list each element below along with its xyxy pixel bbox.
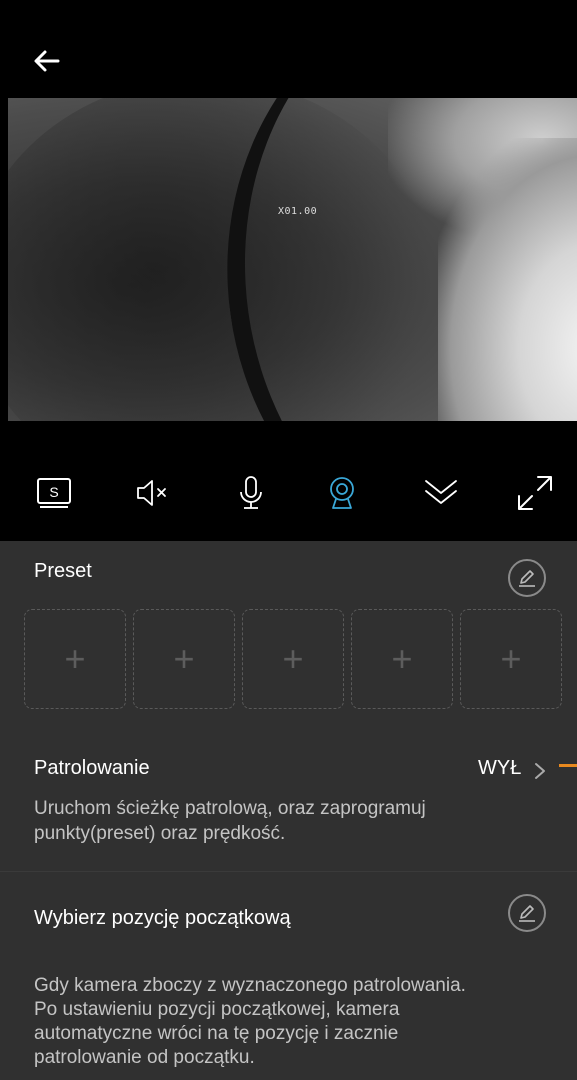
zoom-osd-label: X01.00 <box>278 206 318 217</box>
ptz-camera-icon <box>330 477 354 509</box>
patrol-description-line: Uruchom ścieżkę patrolową, oraz zaprogra… <box>34 798 426 819</box>
divider <box>0 871 577 872</box>
mute-button[interactable] <box>130 468 176 518</box>
preset-slot-add[interactable]: + <box>24 609 126 709</box>
plus-icon: + <box>64 638 86 679</box>
ptz-control-button[interactable] <box>319 468 365 518</box>
preset-title: Preset <box>34 560 92 582</box>
scroll-indicator <box>559 764 577 767</box>
screenshot-button[interactable]: S <box>31 468 77 518</box>
chevron-right-icon <box>535 763 545 779</box>
home-position-description-line: Po ustawieniu pozycji początkowej, kamer… <box>34 999 400 1020</box>
plus-icon: + <box>282 638 304 679</box>
patrol-description-line: punkty(preset) oraz prędkość. <box>34 823 286 844</box>
preset-slot-add[interactable]: + <box>133 609 235 709</box>
patrol-status: WYŁ <box>478 757 522 779</box>
plus-icon: + <box>391 638 413 679</box>
screenshot-s-icon: S <box>37 478 71 508</box>
pencil-icon <box>519 905 535 922</box>
plus-icon: + <box>500 638 522 679</box>
preset-slot-add[interactable]: + <box>460 609 562 709</box>
microphone-icon <box>240 476 262 509</box>
plus-icon: + <box>173 638 195 679</box>
more-options-button[interactable] <box>418 468 464 518</box>
fullscreen-button[interactable] <box>512 468 558 518</box>
patrol-title: Patrolowanie <box>34 757 150 779</box>
fullscreen-expand-icon <box>518 476 552 510</box>
pencil-icon <box>519 570 535 587</box>
arrow-left-icon <box>34 50 60 72</box>
camera-live-view[interactable]: X01.00 <box>8 98 577 421</box>
home-position-description-line: Gdy kamera zboczy z wyznaczonego patrolo… <box>34 975 466 996</box>
home-position-edit-button[interactable] <box>508 894 546 932</box>
svg-text:S: S <box>49 484 58 500</box>
microphone-button[interactable] <box>228 468 274 518</box>
patrol-row[interactable]: Patrolowanie WYŁ <box>0 745 577 789</box>
home-position-description-line: automatyczne wróci na tę pozycję i zaczn… <box>34 1023 399 1044</box>
home-position-description-line: patrolowanie od początku. <box>34 1047 255 1068</box>
top-bar <box>0 0 577 98</box>
video-toolbar: S <box>0 468 577 524</box>
home-position-row[interactable]: Wybierz pozycję początkową <box>0 905 577 949</box>
preset-slot-add[interactable]: + <box>242 609 344 709</box>
preset-edit-button[interactable] <box>508 559 546 597</box>
chevron-double-down-icon <box>425 480 457 504</box>
preset-slot-add[interactable]: + <box>351 609 453 709</box>
home-position-title: Wybierz pozycję początkową <box>34 907 291 929</box>
speaker-muted-icon <box>137 480 166 506</box>
back-button[interactable] <box>30 44 64 78</box>
